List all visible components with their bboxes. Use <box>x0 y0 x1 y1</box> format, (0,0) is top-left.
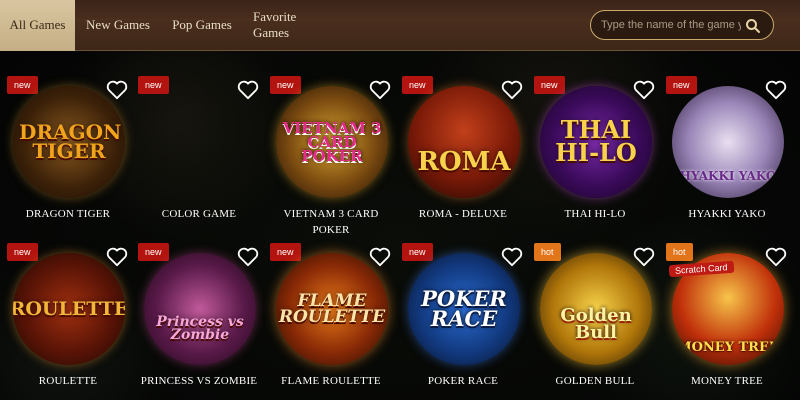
game-thumbnail[interactable]: THAI HI-LO <box>540 86 652 198</box>
new-badge: new <box>402 76 433 94</box>
hot-badge: hot <box>534 243 561 261</box>
new-badge: new <box>7 76 38 94</box>
game-card-thai-hi-lo: new THAI HI-LO THAI HI-LO <box>529 76 661 246</box>
game-card-vietnam-3-card-poker: new VIETNAM 3 CARD POKER VIETNAM 3 CARD … <box>265 76 397 246</box>
game-card-golden-bull: hot Golden Bull GOLDEN BULL <box>529 243 661 400</box>
game-name: VIETNAM 3 CARD POKER <box>283 208 379 236</box>
game-art-title: DRAGON TIGER <box>19 120 122 163</box>
game-name: PRINCESS VS ZOMBIE <box>140 375 258 387</box>
game-art-title: VIETNAM 3 CARD POKER <box>282 118 382 166</box>
heart-icon[interactable] <box>237 80 259 100</box>
game-thumbnail[interactable]: Princess vs Zombie <box>144 253 256 365</box>
game-name: FLAME ROULETTE <box>281 375 381 387</box>
game-thumbnail[interactable]: POKER RACE <box>408 253 520 365</box>
game-name: COLOR GAME <box>161 208 237 220</box>
heart-icon[interactable] <box>765 247 787 267</box>
new-badge: new <box>138 243 169 261</box>
game-art-title: THAI HI-LO <box>555 115 637 167</box>
heart-icon[interactable] <box>633 247 655 267</box>
heart-icon[interactable] <box>369 247 391 267</box>
game-card-roulette: new ROULETTE ROULETTE <box>2 243 134 400</box>
search-box <box>590 10 774 40</box>
game-card-flame-roulette: new FLAME ROULETTE FLAME ROULETTE <box>265 243 397 400</box>
new-badge: new <box>402 243 433 261</box>
game-art-title: POKER RACE <box>421 286 507 331</box>
game-category-bar: All Games New Games Pop Games Favorite G… <box>0 0 800 51</box>
search-input[interactable] <box>601 19 741 31</box>
game-thumbnail[interactable]: FLAME ROULETTE <box>276 253 388 365</box>
hot-badge: hot <box>666 243 693 261</box>
heart-icon[interactable] <box>106 80 128 100</box>
game-card-roma-deluxe: new ROMA ROMA - DELUXE <box>397 76 529 246</box>
heart-icon[interactable] <box>633 80 655 100</box>
game-thumbnail[interactable]: ROMA <box>408 86 520 198</box>
game-card-money-tree: hot MONEY TREE Scratch Card MONEY TREE <box>661 243 793 400</box>
new-badge: new <box>270 76 301 94</box>
game-thumbnail[interactable] <box>144 86 256 198</box>
game-thumbnail[interactable]: VIETNAM 3 CARD POKER <box>276 86 388 198</box>
game-art-title: Princess vs Zombie <box>156 313 244 343</box>
heart-icon[interactable] <box>501 80 523 100</box>
game-name: DRAGON TIGER <box>25 208 111 220</box>
new-badge: new <box>270 243 301 261</box>
heart-icon[interactable] <box>106 247 128 267</box>
game-thumbnail[interactable]: Golden Bull <box>540 253 652 365</box>
game-art-title: FLAME ROULETTE <box>278 290 386 327</box>
game-name: THAI HI-LO <box>564 208 626 220</box>
game-card-dragon-tiger: new DRAGON TIGER DRAGON TIGER <box>2 76 134 246</box>
game-art-title: HYAKKI YAKO <box>679 169 777 184</box>
game-card-poker-race: new POKER RACE POKER RACE <box>397 243 529 400</box>
tab-favorite-games[interactable]: Favorite Games <box>243 0 343 51</box>
game-thumbnail[interactable]: HYAKKI YAKO <box>672 86 784 198</box>
game-name: MONEY TREE <box>691 375 763 387</box>
game-art-title: Golden Bull <box>560 304 632 343</box>
new-badge: new <box>7 243 38 261</box>
game-art-title: ROMA <box>417 146 511 177</box>
heart-icon[interactable] <box>501 247 523 267</box>
heart-icon[interactable] <box>765 80 787 100</box>
search-icon[interactable] <box>745 18 761 34</box>
game-card-princess-vs-zombie: new Princess vs Zombie PRINCESS VS ZOMBI… <box>133 243 265 400</box>
game-card-color-game: new COLOR GAME <box>133 76 265 246</box>
new-badge: new <box>138 76 169 94</box>
new-badge: new <box>534 76 565 94</box>
tab-pop-games[interactable]: Pop Games <box>161 0 243 51</box>
heart-icon[interactable] <box>369 80 391 100</box>
game-name: HYAKKI YAKO <box>688 208 766 220</box>
heart-icon[interactable] <box>237 247 259 267</box>
game-card-hyakki-yako: new HYAKKI YAKO HYAKKI YAKO <box>661 76 793 246</box>
game-art-title: MONEY TREE <box>677 339 779 355</box>
game-thumbnail[interactable]: DRAGON TIGER <box>13 86 125 198</box>
game-name: ROMA - DELUXE <box>418 208 508 220</box>
new-badge: new <box>666 76 697 94</box>
game-name: POKER RACE <box>427 375 499 387</box>
game-thumbnail[interactable]: ROULETTE <box>13 253 125 365</box>
tab-all-games[interactable]: All Games <box>0 0 75 51</box>
tab-new-games[interactable]: New Games <box>75 0 161 51</box>
game-name: GOLDEN BULL <box>555 375 635 387</box>
game-art-title: ROULETTE <box>13 297 125 320</box>
game-name: ROULETTE <box>38 375 98 387</box>
